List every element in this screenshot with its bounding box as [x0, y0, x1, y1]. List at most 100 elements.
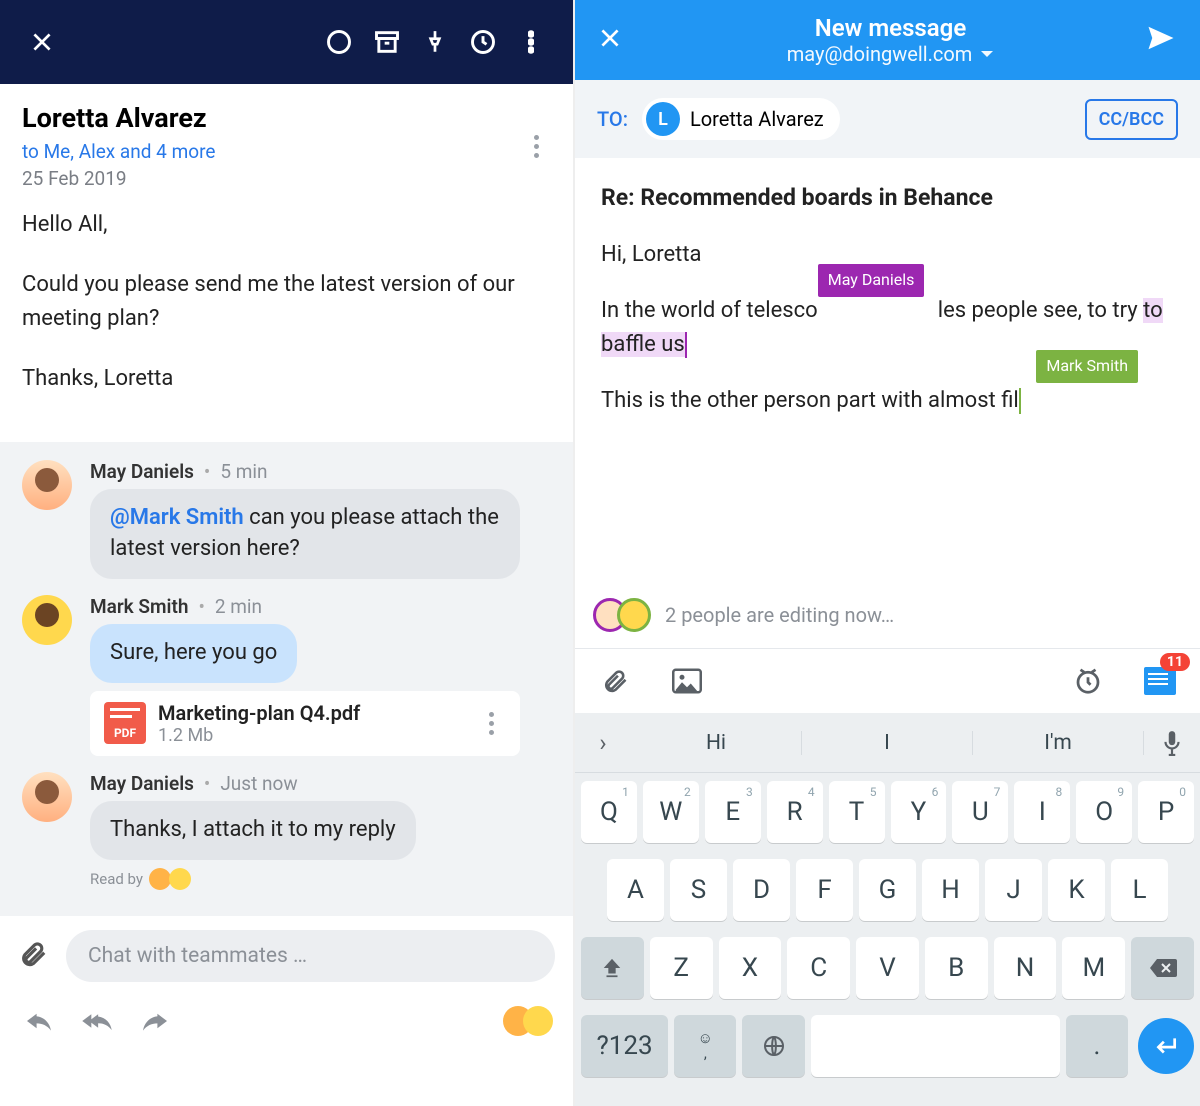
key-o[interactable]: O9	[1076, 781, 1132, 843]
chat-thread: May Daniels • 5 min @Mark Smith can you …	[0, 442, 573, 915]
insert-image-icon[interactable]	[669, 663, 705, 699]
cc-bcc-button[interactable]: CC/BCC	[1085, 99, 1178, 140]
compose-header: New message may@doingwell.com	[575, 0, 1200, 80]
attachment-card[interactable]: PDF Marketing-plan Q4.pdf 1.2 Mb	[90, 691, 520, 756]
read-avatar	[149, 868, 171, 890]
key-i[interactable]: I8	[1014, 781, 1070, 843]
collaborator-cursor	[685, 332, 687, 358]
key-n[interactable]: N	[994, 937, 1057, 999]
mark-unread-icon[interactable]	[315, 18, 363, 66]
suggestion[interactable]: I'm	[973, 731, 1144, 755]
close-icon[interactable]	[18, 18, 66, 66]
key-p[interactable]: P0	[1138, 781, 1194, 843]
collaborator-cursor	[1019, 388, 1021, 414]
overflow-menu-icon[interactable]	[507, 18, 555, 66]
key-f[interactable]: F	[796, 859, 853, 921]
attach-icon[interactable]	[18, 939, 48, 973]
backspace-key[interactable]	[1131, 937, 1194, 999]
avatar[interactable]	[22, 595, 72, 645]
archive-icon[interactable]	[363, 18, 411, 66]
mention-link[interactable]: @Mark Smith	[110, 505, 244, 530]
attach-file-icon[interactable]	[597, 663, 633, 699]
suggestion-bar: › Hi I I'm	[575, 713, 1200, 773]
key-j[interactable]: J	[985, 859, 1042, 921]
key-u[interactable]: U7	[952, 781, 1008, 843]
chat-input[interactable]: Chat with teammates …	[66, 930, 555, 982]
suggestion[interactable]: I	[802, 731, 973, 755]
forward-icon[interactable]	[136, 1002, 174, 1040]
participants-avatars[interactable]	[503, 1006, 553, 1036]
chat-bubble[interactable]: @Mark Smith can you please attach the la…	[90, 489, 520, 579]
suggestion[interactable]: Hi	[631, 731, 802, 755]
key-a[interactable]: A	[607, 859, 664, 921]
chat-message: Mark Smith • 2 min Sure, here you go PDF…	[22, 595, 561, 756]
email-header: Loretta Alvarez to Me, Alex and 4 more 2…	[0, 84, 573, 200]
key-x[interactable]: X	[719, 937, 782, 999]
key-d[interactable]: D	[733, 859, 790, 921]
chat-bubble[interactable]: Thanks, I attach it to my reply	[90, 801, 416, 860]
chat-author: Mark Smith	[90, 595, 188, 618]
key-h[interactable]: H	[922, 859, 979, 921]
email-view-pane: Loretta Alvarez to Me, Alex and 4 more 2…	[0, 0, 575, 1106]
editing-status-text: 2 people are editing now…	[665, 603, 894, 627]
editor-avatars[interactable]	[593, 598, 651, 632]
avatar[interactable]	[22, 460, 72, 510]
from-account-selector[interactable]: may@doingwell.com	[787, 42, 995, 66]
email-body: Hello All, Could you please send me the …	[0, 200, 573, 442]
compose-body[interactable]: Re: Recommended boards in Behance Hi, Lo…	[575, 158, 1200, 588]
chat-author: May Daniels	[90, 772, 194, 795]
mic-icon[interactable]	[1144, 730, 1200, 756]
read-avatar	[169, 868, 191, 890]
key-b[interactable]: B	[925, 937, 988, 999]
subject-line[interactable]: Re: Recommended boards in Behance	[601, 180, 1178, 216]
key-z[interactable]: Z	[650, 937, 713, 999]
key-t[interactable]: T5	[829, 781, 885, 843]
snooze-icon[interactable]	[459, 18, 507, 66]
language-key[interactable]	[742, 1015, 804, 1077]
chevron-down-icon	[980, 49, 994, 59]
compose-line[interactable]: Mark Smith This is the other person part…	[601, 384, 1178, 418]
key-c[interactable]: C	[787, 937, 850, 999]
keyboard: › Hi I I'm Q1W2E3R4T5Y6U7I8O9P0 ASDFGHJK…	[575, 713, 1200, 1106]
recipient-chip[interactable]: L Loretta Alvarez	[642, 98, 840, 140]
key-e[interactable]: E3	[705, 781, 761, 843]
period-key[interactable]: .	[1066, 1015, 1128, 1077]
expand-icon[interactable]: ›	[575, 729, 631, 757]
compose-toolbar: 11	[575, 649, 1200, 713]
attachment-menu-icon[interactable]	[476, 712, 506, 735]
key-l[interactable]: L	[1111, 859, 1168, 921]
shift-key[interactable]	[581, 937, 644, 999]
attachment-name: Marketing-plan Q4.pdf	[158, 701, 476, 725]
sender-name: Loretta Alvarez	[22, 102, 521, 134]
chat-bubble[interactable]: Sure, here you go	[90, 624, 297, 683]
chat-author: May Daniels	[90, 460, 194, 483]
recipient-name: Loretta Alvarez	[690, 107, 824, 131]
reply-icon[interactable]	[20, 1002, 58, 1040]
key-m[interactable]: M	[1062, 937, 1125, 999]
pin-icon[interactable]	[411, 18, 459, 66]
key-w[interactable]: W2	[643, 781, 699, 843]
schedule-icon[interactable]	[1070, 663, 1106, 699]
key-r[interactable]: R4	[767, 781, 823, 843]
key-k[interactable]: K	[1048, 859, 1105, 921]
message-toolbar	[0, 0, 573, 84]
space-key[interactable]	[811, 1015, 1060, 1077]
avatar[interactable]	[22, 772, 72, 822]
enter-key[interactable]	[1138, 1018, 1194, 1074]
key-v[interactable]: V	[856, 937, 919, 999]
recipients-line[interactable]: to Me, Alex and 4 more	[22, 134, 521, 163]
messages-icon[interactable]: 11	[1142, 663, 1178, 699]
key-g[interactable]: G	[859, 859, 916, 921]
close-compose-icon[interactable]	[597, 25, 637, 55]
send-button[interactable]	[1144, 23, 1178, 57]
key-s[interactable]: S	[670, 859, 727, 921]
to-label: TO:	[597, 107, 628, 131]
symbols-key[interactable]: ?123	[581, 1015, 668, 1077]
header-overflow-icon[interactable]	[521, 102, 551, 190]
compose-pane: New message may@doingwell.com TO: L Lore…	[575, 0, 1200, 1106]
emoji-key[interactable]: ☺,	[674, 1015, 736, 1077]
key-y[interactable]: Y6	[891, 781, 947, 843]
chat-message: May Daniels • Just now Thanks, I attach …	[22, 772, 561, 898]
key-q[interactable]: Q1	[581, 781, 637, 843]
reply-all-icon[interactable]	[78, 1002, 116, 1040]
